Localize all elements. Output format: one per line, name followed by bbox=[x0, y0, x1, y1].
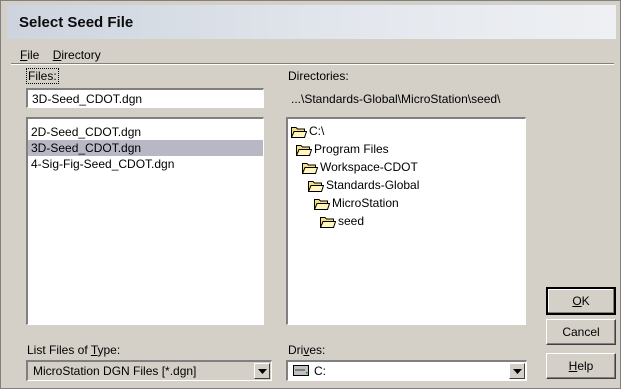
files-list[interactable]: 2D-Seed_CDOT.dgn 3D-Seed_CDOT.dgn 4-Sig-Fi… bbox=[26, 117, 264, 325]
directory-item[interactable]: MicroStation bbox=[288, 194, 525, 212]
directory-item[interactable]: Standards-Global bbox=[288, 176, 525, 194]
drives-dropdown-button[interactable] bbox=[509, 363, 525, 379]
directory-item-label: MicroStation bbox=[332, 196, 399, 210]
menu-separator bbox=[11, 63, 614, 65]
open-folder-icon bbox=[301, 161, 319, 174]
ok-button[interactable]: OK bbox=[546, 287, 616, 315]
open-folder-icon bbox=[307, 179, 325, 192]
file-list-item[interactable]: 3D-Seed_CDOT.dgn bbox=[28, 140, 263, 156]
drives-label: Drives: bbox=[288, 343, 325, 357]
file-type-label: List Files of Type: bbox=[27, 343, 120, 357]
menu-directory[interactable]: Directory bbox=[53, 48, 101, 62]
menu-file[interactable]: File bbox=[20, 48, 39, 62]
directory-item-label: Program Files bbox=[314, 142, 389, 156]
directory-item[interactable]: seed bbox=[288, 212, 525, 230]
help-button-rest: elp bbox=[577, 359, 594, 373]
file-list-item[interactable]: 4-Sig-Fig-Seed_CDOT.dgn bbox=[28, 156, 263, 172]
file-type-label-pre: List Files of bbox=[27, 343, 91, 357]
directory-item-label: Standards-Global bbox=[326, 178, 420, 192]
file-type-value: MicroStation DGN Files [*.dgn] bbox=[33, 364, 197, 378]
file-list-item[interactable]: 2D-Seed_CDOT.dgn bbox=[28, 124, 263, 140]
current-directory-path: ...\Standards-Global\MicroStation\seed\ bbox=[291, 92, 501, 106]
chevron-down-icon bbox=[512, 368, 522, 374]
filename-input[interactable] bbox=[26, 88, 264, 108]
ok-button-accel: O bbox=[572, 294, 582, 308]
hard-drive-icon bbox=[293, 365, 309, 379]
directory-item-label: C:\ bbox=[309, 124, 325, 138]
directory-item[interactable]: Program Files bbox=[288, 140, 525, 158]
cancel-button[interactable]: Cancel bbox=[546, 319, 616, 345]
help-button-accel: H bbox=[568, 359, 578, 373]
open-folder-icon bbox=[319, 215, 337, 228]
menu-directory-rest: irectory bbox=[61, 48, 101, 62]
file-type-dropdown-button[interactable] bbox=[254, 363, 270, 379]
menu-file-rest: ile bbox=[27, 48, 40, 62]
drives-select[interactable]: C: bbox=[286, 360, 527, 381]
directory-item-label: seed bbox=[338, 214, 365, 228]
drives-label-pre: Dri bbox=[288, 343, 304, 357]
help-button[interactable]: Help bbox=[546, 353, 616, 379]
directories-label: Directories: bbox=[288, 69, 349, 83]
drives-value: C: bbox=[314, 364, 326, 378]
ok-button-rest: K bbox=[581, 294, 590, 308]
drives-label-post: es: bbox=[309, 343, 326, 357]
file-type-label-post: ype: bbox=[97, 343, 121, 357]
menu-bar: File Directory bbox=[20, 48, 111, 64]
directory-item[interactable]: C:\ bbox=[288, 122, 525, 140]
open-folder-icon bbox=[313, 197, 331, 210]
files-label: Files: bbox=[26, 68, 59, 84]
chevron-down-icon bbox=[257, 368, 267, 374]
file-type-select[interactable]: MicroStation DGN Files [*.dgn] bbox=[26, 360, 272, 381]
dialog-title: Select Seed File bbox=[19, 14, 134, 31]
open-folder-icon bbox=[290, 125, 308, 138]
open-folder-icon bbox=[295, 143, 313, 156]
title-bar[interactable]: Select Seed File bbox=[7, 5, 616, 39]
select-seed-file-dialog: Select Seed File File Directory Files: 2… bbox=[0, 0, 621, 389]
directories-tree[interactable]: C:\ Program Files Workspace-CDOT Standards-… bbox=[286, 117, 526, 325]
directory-item-label: Workspace-CDOT bbox=[320, 160, 418, 174]
directory-item[interactable]: Workspace-CDOT bbox=[288, 158, 525, 176]
